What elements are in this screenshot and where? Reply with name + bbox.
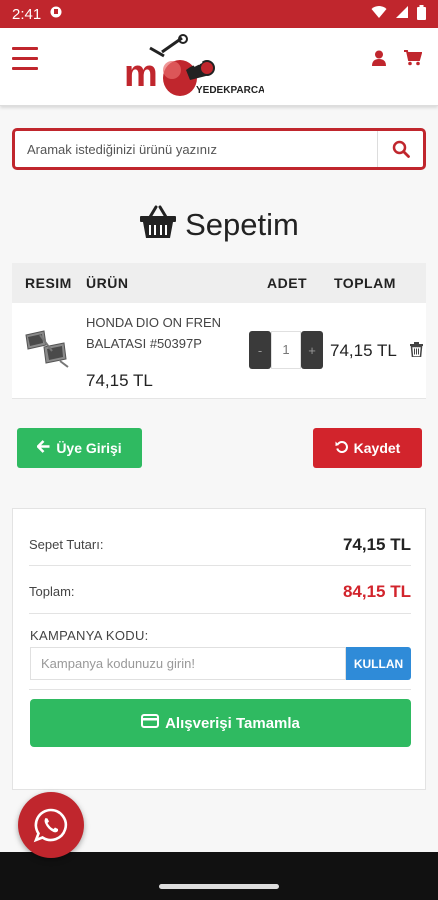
col-header-total: TOPLAM	[334, 275, 396, 291]
basket-icon	[139, 205, 177, 244]
total-value: 84,15 TL	[342, 582, 411, 601]
search-bar	[12, 128, 426, 170]
logo-letter: m	[124, 53, 158, 95]
divider	[29, 689, 411, 690]
product-image[interactable]	[16, 311, 80, 387]
arrow-left-icon	[37, 440, 50, 456]
search-icon	[392, 140, 410, 158]
app-header: m YEDEKPARCA	[0, 28, 438, 106]
checkout-button-label: Alışverişi Tamamla	[165, 714, 300, 732]
table-row: HONDA DIO ON FREN BALATASI #50397P 74,15…	[12, 303, 426, 399]
search-button[interactable]	[377, 131, 423, 167]
campaign-label: KAMPANYA KODU:	[30, 628, 149, 643]
login-button-label: Üye Girişi	[56, 440, 122, 456]
system-navigation-bar	[0, 852, 438, 900]
col-header-product: ÜRÜN	[86, 275, 129, 291]
status-bar: 2:41	[0, 0, 438, 28]
qty-input[interactable]: 1	[271, 331, 301, 369]
subtotal-row: Sepet Tutarı: 74,15 TL	[29, 509, 411, 566]
save-button[interactable]: Kaydet	[313, 428, 422, 468]
page-title-block: Sepetim	[0, 205, 438, 244]
search-input[interactable]	[15, 131, 377, 167]
col-header-qty: ADET	[267, 275, 308, 291]
subtotal-value: 74,15 TL	[342, 535, 411, 554]
apply-campaign-button[interactable]: KULLAN	[346, 647, 411, 680]
col-header-image: RESIM	[25, 275, 72, 291]
trash-icon[interactable]	[410, 342, 423, 362]
campaign-code-input[interactable]	[30, 647, 346, 680]
undo-icon	[335, 440, 348, 456]
menu-icon[interactable]	[12, 47, 38, 71]
cart-table-header: RESIM ÜRÜN ADET TOPLAM	[12, 263, 426, 303]
total-row: Toplam: 84,15 TL	[29, 566, 411, 614]
qty-minus-button[interactable]: -	[249, 331, 271, 369]
logo-text: YEDEKPARCA	[196, 85, 264, 96]
brand-logo[interactable]: m YEDEKPARCA	[124, 32, 265, 100]
product-price: 74,15 TL	[86, 371, 153, 390]
qty-plus-button[interactable]: +	[301, 331, 323, 369]
whatsapp-button[interactable]	[18, 792, 84, 858]
battery-icon	[417, 4, 426, 24]
home-gesture-handle[interactable]	[159, 884, 279, 889]
whatsapp-icon	[33, 808, 68, 843]
signal-icon	[395, 5, 409, 23]
page-title: Sepetim	[185, 206, 299, 242]
cart-icon[interactable]	[404, 50, 423, 71]
login-button[interactable]: Üye Girişi	[17, 428, 142, 468]
product-name[interactable]: HONDA DIO ON FREN BALATASI #50397P	[86, 312, 246, 354]
clock: 2:41	[12, 5, 42, 23]
order-summary: Sepet Tutarı: 74,15 TL Toplam: 84,15 TL …	[12, 508, 426, 790]
notification-icon	[49, 5, 63, 23]
quantity-stepper: - 1 +	[249, 331, 323, 369]
row-total: 74,15 TL	[330, 341, 397, 360]
subtotal-label: Sepet Tutarı:	[29, 537, 104, 552]
checkout-button[interactable]: Alışverişi Tamamla	[30, 699, 411, 747]
save-button-label: Kaydet	[353, 440, 401, 456]
wifi-icon	[371, 5, 387, 23]
credit-card-icon	[141, 714, 160, 732]
user-icon[interactable]	[372, 50, 386, 71]
total-label: Toplam:	[29, 584, 75, 599]
